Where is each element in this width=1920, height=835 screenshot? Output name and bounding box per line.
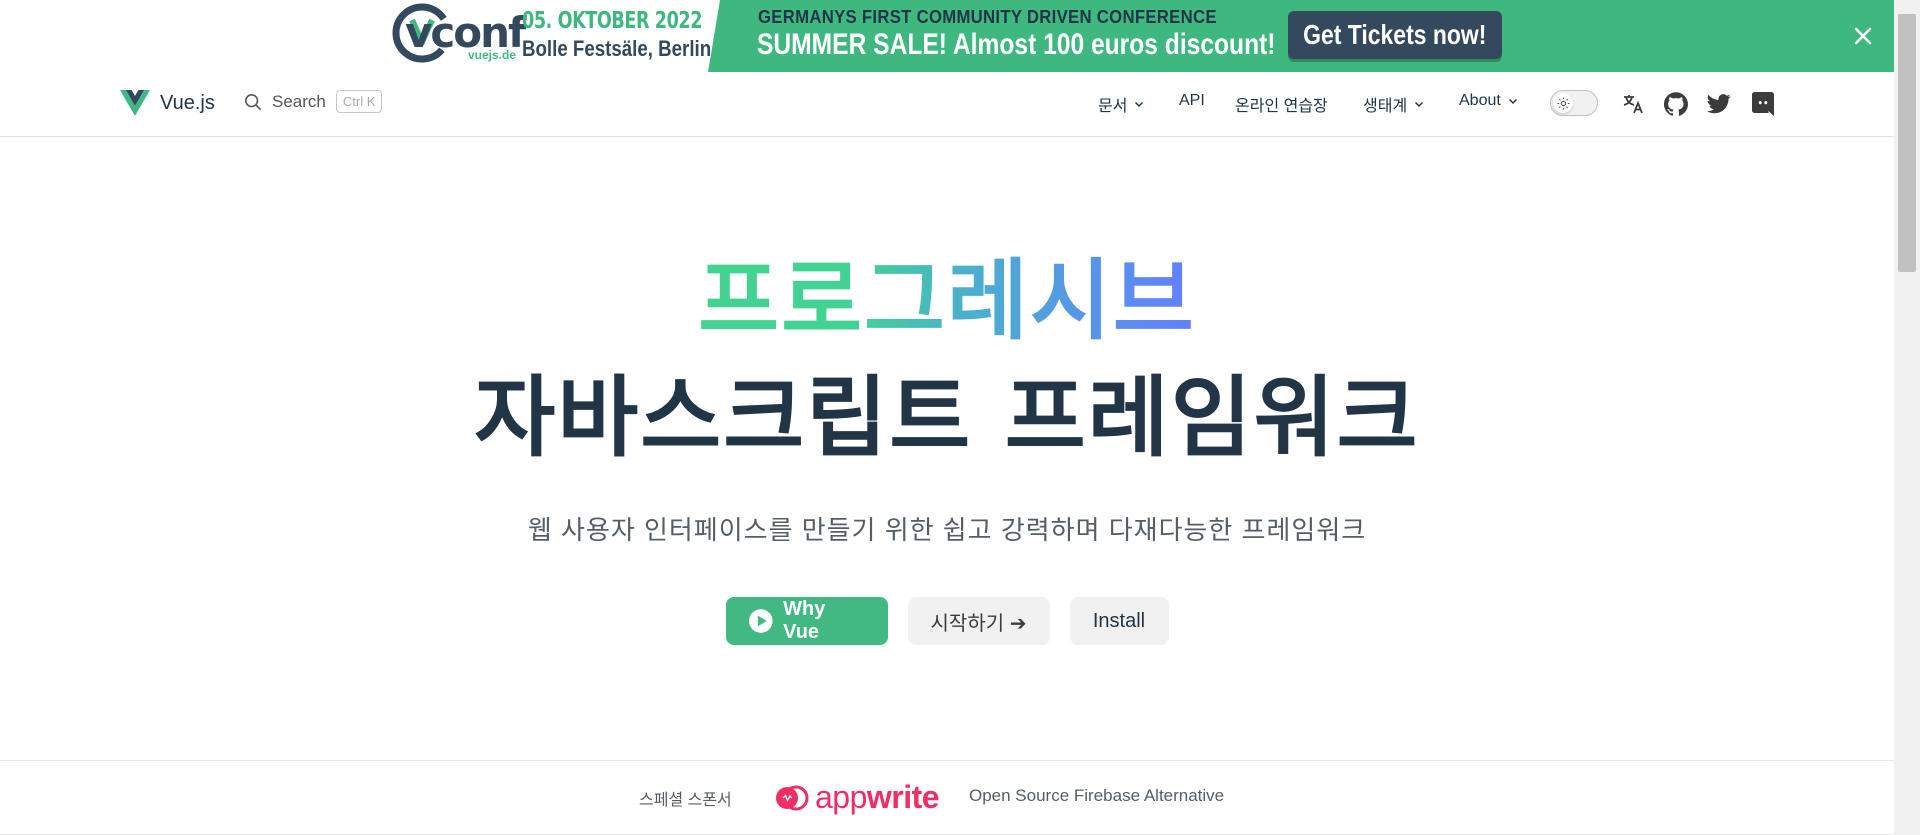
close-banner-button[interactable] bbox=[1846, 19, 1880, 53]
install-label: Install bbox=[1092, 609, 1146, 632]
play-icon bbox=[748, 609, 773, 633]
theme-toggle[interactable] bbox=[1550, 90, 1598, 116]
nav-item-playground[interactable]: 온라인 연습장 bbox=[1235, 92, 1328, 116]
why-vue-label: Why Vue bbox=[783, 598, 826, 643]
navbar: Vue.js Search Ctrl K 문서 API 온라인 연습장 생태계 … bbox=[0, 72, 1894, 137]
page-scrollbar[interactable] bbox=[1894, 0, 1920, 835]
appwrite-wordmark: appwrite bbox=[815, 779, 940, 816]
get-tickets-button[interactable]: Get Tickets now! bbox=[1288, 11, 1502, 59]
search-shortcut: Ctrl K bbox=[335, 90, 383, 113]
nav-item-docs-label: 문서 bbox=[1098, 98, 1128, 115]
nav-item-playground-label: 온라인 연습장 bbox=[1235, 98, 1328, 115]
search-button[interactable]: Search Ctrl K bbox=[244, 90, 383, 113]
appwrite-sponsor-link[interactable]: appwrite bbox=[775, 779, 940, 816]
github-link[interactable] bbox=[1662, 90, 1690, 118]
nav-item-ecosystem[interactable]: 생태계 bbox=[1363, 92, 1425, 116]
theme-toggle-knob bbox=[1553, 93, 1573, 113]
chevron-down-icon bbox=[1508, 98, 1517, 105]
translate-icon bbox=[1623, 95, 1643, 114]
hero-title: 자바스크립트 프레임워크 bbox=[474, 366, 1420, 469]
nav-item-about[interactable]: About bbox=[1459, 92, 1519, 110]
get-started-button[interactable]: 시작하기 ➔ bbox=[907, 597, 1050, 645]
chevron-down-icon bbox=[1415, 101, 1424, 108]
conference-banner[interactable]: vconf vuejs.de 05. OKTOBER 2022 Bolle Fe… bbox=[0, 0, 1920, 72]
nav-item-about-label: About bbox=[1459, 92, 1501, 109]
sponsor-description: Open Source Firebase Alternative bbox=[969, 786, 1225, 805]
hero-actions: Why Vue 시작하기 ➔ Install bbox=[0, 597, 1894, 645]
brand-link[interactable]: Vue.js bbox=[120, 90, 215, 116]
get-started-label: 시작하기 ➔ bbox=[930, 612, 1027, 635]
hero-tagline: 프로그레시브 bbox=[0, 248, 1894, 354]
twitter-icon bbox=[1707, 94, 1731, 114]
sun-icon bbox=[1557, 97, 1569, 109]
appwrite-logo-icon bbox=[776, 785, 809, 810]
hero-tagline-text: 프로그레시브 bbox=[698, 249, 1196, 352]
conference-sale: SUMMER SALE! Almost 100 euros discount! bbox=[757, 28, 1276, 61]
special-sponsor-bar: 스페셜 스폰서 appwrite Open Source Firebase Al… bbox=[0, 760, 1894, 835]
hero-description: 웹 사용자 인터페이스를 만들기 위한 쉽고 강력하며 다재다능한 프레임워크 bbox=[527, 515, 1367, 545]
vue-logo-icon bbox=[120, 90, 150, 116]
nav-item-api-label: API bbox=[1179, 92, 1205, 109]
nav-item-api[interactable]: API bbox=[1179, 92, 1205, 110]
get-tickets-label: Get Tickets now! bbox=[1303, 19, 1487, 50]
conference-tagline: GERMANYS FIRST COMMUNITY DRIVEN CONFEREN… bbox=[758, 7, 1217, 27]
nav-item-ecosystem-label: 생태계 bbox=[1363, 98, 1408, 115]
github-icon bbox=[1664, 92, 1688, 116]
nav-item-docs[interactable]: 문서 bbox=[1098, 92, 1145, 116]
appwrite-wordmark-light: app bbox=[815, 779, 867, 815]
why-vue-button[interactable]: Why Vue bbox=[725, 597, 888, 645]
appwrite-wordmark-bold: write bbox=[866, 779, 940, 815]
close-icon bbox=[1854, 27, 1872, 45]
conference-venue: Bolle Festsäle, Berlin bbox=[522, 36, 712, 61]
chevron-down-icon bbox=[1135, 101, 1144, 108]
search-icon bbox=[244, 93, 262, 110]
twitter-link[interactable] bbox=[1705, 90, 1733, 118]
discord-icon bbox=[1752, 92, 1774, 116]
install-button[interactable]: Install bbox=[1069, 597, 1169, 645]
discord-link[interactable] bbox=[1749, 90, 1777, 118]
scrollbar-thumb[interactable] bbox=[1898, 14, 1916, 272]
conference-date: 05. OKTOBER 2022 bbox=[522, 8, 703, 34]
search-label: Search bbox=[272, 91, 326, 111]
vconf-logo-sub: vuejs.de bbox=[468, 48, 517, 62]
brand-title: Vue.js bbox=[160, 91, 215, 114]
sponsor-label: 스페셜 스폰서 bbox=[639, 792, 732, 809]
translate-link[interactable] bbox=[1619, 90, 1647, 118]
